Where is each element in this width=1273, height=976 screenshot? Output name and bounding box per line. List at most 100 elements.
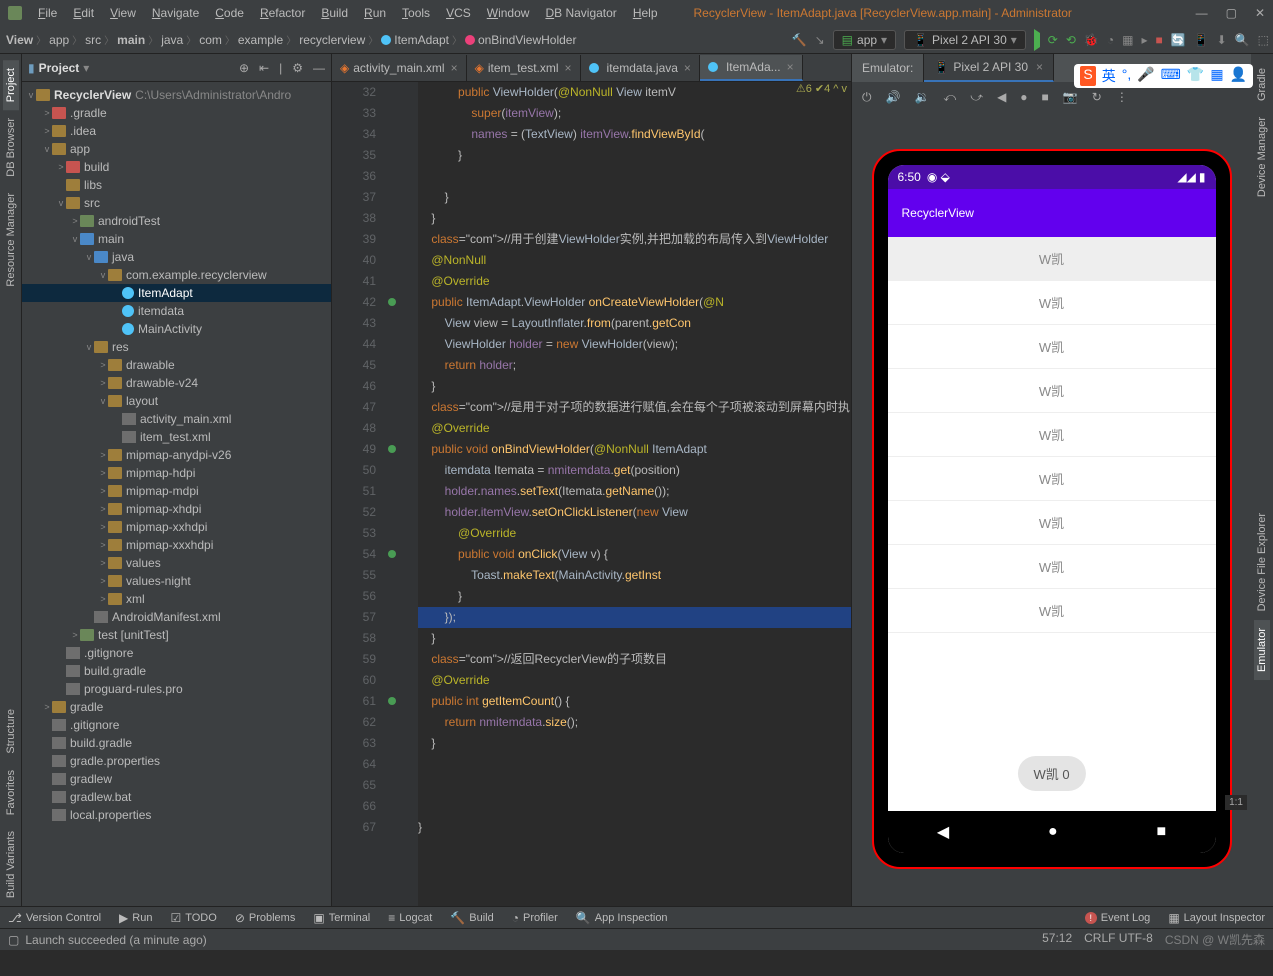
overview-icon[interactable]: ■ <box>1042 90 1049 104</box>
list-item[interactable]: W凯 <box>888 237 1216 281</box>
nav-overview-icon[interactable]: ■ <box>1156 823 1166 841</box>
tree-node[interactable]: itemdata <box>22 302 331 320</box>
menu-refactor[interactable]: Refactor <box>254 4 311 22</box>
menu-db navigator[interactable]: DB Navigator <box>539 4 622 22</box>
tool-problems[interactable]: ⊘Problems <box>235 911 296 925</box>
settings-icon[interactable]: ⬚ <box>1258 33 1269 47</box>
inspection-summary[interactable]: ⚠6 ✔4 ^ v <box>796 82 847 95</box>
ime-lang[interactable]: 英 <box>1102 66 1116 86</box>
power-icon[interactable]: ⏻ <box>862 90 872 105</box>
tree-node[interactable]: .gitignore <box>22 716 331 734</box>
tree-node[interactable]: ItemAdapt <box>22 284 331 302</box>
list-item[interactable]: W凯 <box>888 457 1216 501</box>
camera-icon[interactable]: 📷 <box>1063 90 1078 104</box>
debug-icon[interactable]: 🐞 <box>1084 33 1099 47</box>
tool-profiler[interactable]: ◔Profiler <box>512 911 558 925</box>
ime-user-icon[interactable]: 👤 <box>1230 66 1247 86</box>
tree-node[interactable]: gradlew.bat <box>22 788 331 806</box>
crumb-src[interactable]: src <box>83 33 103 47</box>
menu-vcs[interactable]: VCS <box>440 4 477 22</box>
tree-node[interactable]: >values-night <box>22 572 331 590</box>
editor-tab[interactable]: ◈item_test.xml× <box>467 55 581 81</box>
crumb-com[interactable]: com <box>197 33 224 47</box>
tree-node[interactable]: >mipmap-xhdpi <box>22 500 331 518</box>
tree-node[interactable]: vjava <box>22 248 331 266</box>
sidetab-device-manager[interactable]: Device Manager <box>1254 109 1270 205</box>
tree-node[interactable]: >drawable-v24 <box>22 374 331 392</box>
list-item[interactable]: W凯 <box>888 589 1216 633</box>
menu-help[interactable]: Help <box>627 4 664 22</box>
editor-tab[interactable]: itemdata.java× <box>581 55 700 81</box>
collapse-icon[interactable]: ⇤ <box>259 61 269 75</box>
ime-kbd-icon[interactable]: ⌨ <box>1161 66 1181 86</box>
tree-node[interactable]: MainActivity <box>22 320 331 338</box>
tool-todo[interactable]: ☑TODO <box>170 911 216 925</box>
list-item[interactable]: W凯 <box>888 325 1216 369</box>
tree-node[interactable]: build.gradle <box>22 662 331 680</box>
tool-event-log[interactable]: ! Event Log <box>1085 911 1151 925</box>
list-item[interactable]: W凯 <box>888 545 1216 589</box>
nav-home-icon[interactable]: ● <box>1048 823 1058 841</box>
list-item[interactable]: W凯 <box>888 281 1216 325</box>
tree-node[interactable]: >mipmap-xxhdpi <box>22 518 331 536</box>
tool-logcat[interactable]: ≡Logcat <box>388 911 432 925</box>
close-icon[interactable]: × <box>787 60 794 74</box>
device-select[interactable]: 📱Pixel 2 API 30▾ <box>904 30 1026 50</box>
sidetab-gradle[interactable]: Gradle <box>1254 60 1270 109</box>
hammer-icon[interactable]: 🔨 <box>792 33 807 47</box>
crumb-java[interactable]: java <box>159 33 185 47</box>
tree-node[interactable]: vapp <box>22 140 331 158</box>
gear-icon[interactable]: ⚙ <box>292 61 303 75</box>
tree-node[interactable]: >.idea <box>22 122 331 140</box>
arrow-icon[interactable]: ↘ <box>815 33 825 47</box>
nav-back-icon[interactable]: ◀ <box>937 822 949 842</box>
ime-bar[interactable]: S 英 °, 🎤 ⌨ 👕 ▦ 👤 <box>1074 64 1253 88</box>
ime-shirt-icon[interactable]: 👕 <box>1187 66 1204 86</box>
crumb-main[interactable]: main <box>115 33 147 47</box>
sidetab-db-browser[interactable]: DB Browser <box>3 110 19 185</box>
crumb-View[interactable]: View <box>4 33 35 47</box>
bottom-tools[interactable]: ⎇Version Control▶Run☑TODO⊘Problems▣Termi… <box>8 911 668 925</box>
tree-node[interactable]: vres <box>22 338 331 356</box>
menubar[interactable]: FileEditViewNavigateCodeRefactorBuildRun… <box>22 1 674 25</box>
attach-icon[interactable]: ▸ <box>1141 33 1147 47</box>
tree-node[interactable]: item_test.xml <box>22 428 331 446</box>
menu-view[interactable]: View <box>104 4 142 22</box>
tree-node[interactable]: >values <box>22 554 331 572</box>
tool-terminal[interactable]: ▣Terminal <box>313 911 370 925</box>
sidetab-build-variants[interactable]: Build Variants <box>3 823 19 906</box>
tree-node[interactable]: vlayout <box>22 392 331 410</box>
sidetab-structure[interactable]: Structure <box>3 701 19 762</box>
sidetab-project[interactable]: Project <box>3 60 19 110</box>
crumb-app[interactable]: app <box>47 33 71 47</box>
menu-run[interactable]: Run <box>358 4 392 22</box>
sidetab-favorites[interactable]: Favorites <box>3 762 19 823</box>
profile-icon[interactable]: ◔ <box>1107 33 1114 47</box>
avd-icon[interactable]: 📱 <box>1194 33 1209 47</box>
crumb-recyclerview[interactable]: recyclerview <box>297 33 367 47</box>
tool-build[interactable]: 🔨Build <box>450 911 493 925</box>
tool-app-inspection[interactable]: 🔍App Inspection <box>576 911 668 925</box>
tree-node[interactable]: >gradle <box>22 698 331 716</box>
screen[interactable]: 6:50 ◉ ⬙ ◢◢▮ RecyclerView W凯W凯W凯W凯W凯W凯W凯… <box>888 165 1216 853</box>
close-icon[interactable]: × <box>684 61 691 75</box>
run-config-select[interactable]: ▤app▾ <box>833 30 896 50</box>
tree-node[interactable]: vsrc <box>22 194 331 212</box>
coverage-icon[interactable]: ▦ <box>1122 33 1133 47</box>
crumb-onBindViewHolder[interactable]: onBindViewHolder <box>463 33 579 47</box>
tool-layout-inspector[interactable]: ▦ Layout Inspector <box>1168 911 1265 925</box>
tree-node[interactable]: vmain <box>22 230 331 248</box>
minimize-icon[interactable]: — <box>1196 6 1208 20</box>
tree-node[interactable]: >mipmap-xxxhdpi <box>22 536 331 554</box>
tree-node[interactable]: proguard-rules.pro <box>22 680 331 698</box>
menu-build[interactable]: Build <box>315 4 354 22</box>
run-icon[interactable] <box>1034 33 1040 47</box>
tree-node[interactable]: >androidTest <box>22 212 331 230</box>
sdk-icon[interactable]: ⬇ <box>1217 33 1227 47</box>
menu-tools[interactable]: Tools <box>396 4 436 22</box>
more-icon[interactable]: ⋮ <box>1116 90 1128 104</box>
stop-icon[interactable]: ■ <box>1155 33 1162 47</box>
tree-node[interactable]: .gitignore <box>22 644 331 662</box>
tree-node[interactable]: gradle.properties <box>22 752 331 770</box>
recycler-list[interactable]: W凯W凯W凯W凯W凯W凯W凯W凯W凯 <box>888 237 1216 811</box>
